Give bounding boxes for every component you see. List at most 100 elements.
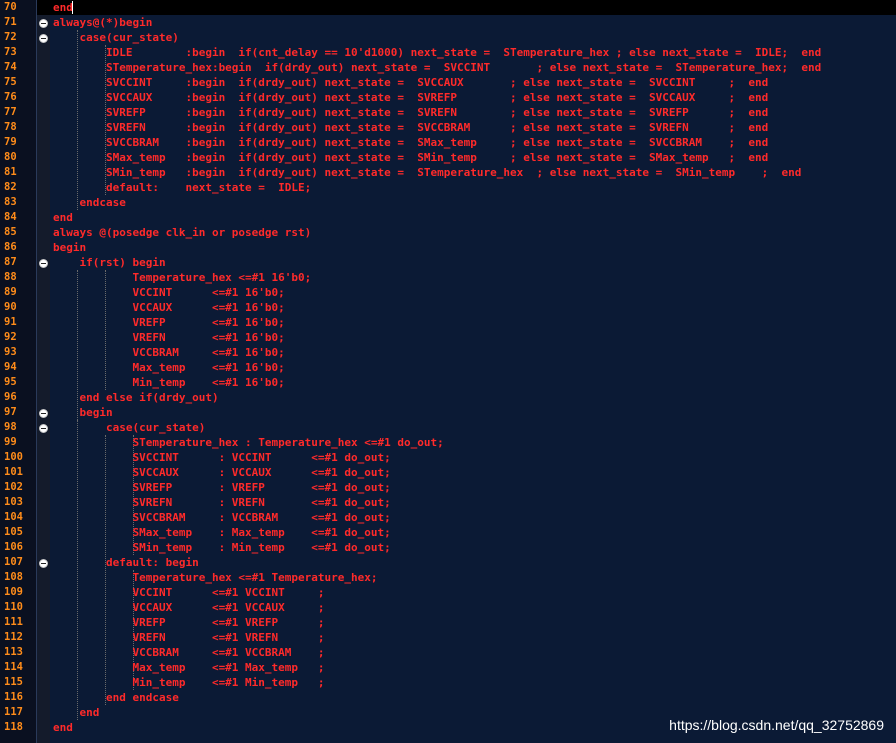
code-line[interactable]: SVCCAUX :begin if(drdy_out) next_state =… — [53, 90, 896, 105]
line-number: 103 — [4, 496, 23, 508]
code-line[interactable]: SVREFP : VREFP <=#1 do_out; — [53, 480, 896, 495]
line-number: 112 — [4, 631, 23, 643]
line-number: 86 — [4, 241, 17, 253]
line-number: 110 — [4, 601, 23, 613]
line-number: 85 — [4, 226, 17, 238]
line-number: 96 — [4, 391, 17, 403]
code-line[interactable]: Min_temp <=#1 Min_temp ; — [53, 675, 896, 690]
code-line[interactable]: default: next_state = IDLE; — [53, 180, 896, 195]
code-line[interactable]: VCCINT <=#1 VCCINT ; — [53, 585, 896, 600]
line-number: 113 — [4, 646, 23, 658]
code-line[interactable]: VREFP <=#1 VREFP ; — [53, 615, 896, 630]
code-line[interactable]: VCCAUX <=#1 16'b0; — [53, 300, 896, 315]
code-line[interactable]: VCCBRAM <=#1 16'b0; — [53, 345, 896, 360]
code-line[interactable]: SVCCINT : VCCINT <=#1 do_out; — [53, 450, 896, 465]
line-number: 106 — [4, 541, 23, 553]
code-line[interactable]: Max_temp <=#1 16'b0; — [53, 360, 896, 375]
code-line[interactable]: if(rst) begin — [53, 255, 896, 270]
line-number: 95 — [4, 376, 17, 388]
line-number: 78 — [4, 121, 17, 133]
code-line[interactable]: SVCCINT :begin if(drdy_out) next_state =… — [53, 75, 896, 90]
line-number: 91 — [4, 316, 17, 328]
code-line[interactable]: end else if(drdy_out) — [53, 390, 896, 405]
line-number: 109 — [4, 586, 23, 598]
code-line[interactable]: VREFN <=#1 VREFN ; — [53, 630, 896, 645]
code-line[interactable]: SVREFN :begin if(drdy_out) next_state = … — [53, 120, 896, 135]
code-line[interactable]: SMax_temp : Max_temp <=#1 do_out; — [53, 525, 896, 540]
fold-toggle-icon[interactable] — [39, 559, 48, 568]
code-line[interactable]: VREFP <=#1 16'b0; — [53, 315, 896, 330]
code-line[interactable]: SVCCAUX : VCCAUX <=#1 do_out; — [53, 465, 896, 480]
code-line[interactable]: SMin_temp :begin if(drdy_out) next_state… — [53, 165, 896, 180]
code-editor[interactable]: 70 end 71 always@(*)begin 72 case(cur_state)… — [0, 0, 896, 743]
code-line[interactable]: SVREFP :begin if(drdy_out) next_state = … — [53, 105, 896, 120]
line-number: 72 — [4, 31, 17, 43]
line-number: 115 — [4, 676, 23, 688]
code-line[interactable]: always @(posedge clk_in or posedge rst) — [53, 225, 896, 240]
code-line[interactable]: STemperature_hex:begin if(drdy_out) next… — [53, 60, 896, 75]
code-line[interactable]: always@(*)begin — [53, 15, 896, 30]
code-line[interactable]: SVREFN : VREFN <=#1 do_out; — [53, 495, 896, 510]
fold-toggle-icon[interactable] — [39, 424, 48, 433]
code-line[interactable]: SMin_temp : Min_temp <=#1 do_out; — [53, 540, 896, 555]
fold-toggle-icon[interactable] — [39, 19, 48, 28]
line-number: 81 — [4, 166, 17, 178]
text-cursor — [72, 1, 73, 14]
code-line[interactable]: VCCINT <=#1 16'b0; — [53, 285, 896, 300]
line-number: 93 — [4, 346, 17, 358]
code-line[interactable]: VCCAUX <=#1 VCCAUX ; — [53, 600, 896, 615]
line-number: 111 — [4, 616, 23, 628]
code-line[interactable]: Max_temp <=#1 Max_temp ; — [53, 660, 896, 675]
line-number: 100 — [4, 451, 23, 463]
code-line[interactable]: end — [53, 0, 896, 15]
code-line[interactable]: Temperature_hex <=#1 Temperature_hex; — [53, 570, 896, 585]
code-line[interactable]: STemperature_hex : Temperature_hex <=#1 … — [53, 435, 896, 450]
code-line[interactable]: SVCCBRAM :begin if(drdy_out) next_state … — [53, 135, 896, 150]
line-number: 99 — [4, 436, 17, 448]
line-number: 117 — [4, 706, 23, 718]
code-line[interactable]: begin — [53, 405, 896, 420]
line-number: 94 — [4, 361, 17, 373]
fold-margin — [37, 0, 50, 743]
line-number: 75 — [4, 76, 17, 88]
code-line[interactable]: end endcase — [53, 690, 896, 705]
line-number: 116 — [4, 691, 23, 703]
line-number: 92 — [4, 331, 17, 343]
code-line[interactable]: IDLE :begin if(cnt_delay == 10'd1000) ne… — [53, 45, 896, 60]
code-line[interactable]: VREFN <=#1 16'b0; — [53, 330, 896, 345]
line-number: 98 — [4, 421, 17, 433]
line-number: 76 — [4, 91, 17, 103]
code-line[interactable]: VCCBRAM <=#1 VCCBRAM ; — [53, 645, 896, 660]
code-line[interactable]: SVCCBRAM : VCCBRAM <=#1 do_out; — [53, 510, 896, 525]
code-line[interactable]: endcase — [53, 195, 896, 210]
fold-toggle-icon[interactable] — [39, 259, 48, 268]
line-number: 79 — [4, 136, 17, 148]
code-line[interactable]: end — [53, 210, 896, 225]
line-number: 89 — [4, 286, 17, 298]
line-number: 77 — [4, 106, 17, 118]
line-number: 73 — [4, 46, 17, 58]
line-number: 114 — [4, 661, 23, 673]
line-number: 74 — [4, 61, 17, 73]
line-number: 90 — [4, 301, 17, 313]
line-number: 88 — [4, 271, 17, 283]
code-line[interactable]: begin — [53, 240, 896, 255]
code-line[interactable]: case(cur_state) — [53, 420, 896, 435]
line-number: 84 — [4, 211, 17, 223]
line-number: 104 — [4, 511, 23, 523]
line-number: 70 — [4, 1, 17, 13]
line-number: 71 — [4, 16, 17, 28]
line-number: 87 — [4, 256, 17, 268]
code-line[interactable]: Min_temp <=#1 16'b0; — [53, 375, 896, 390]
line-number: 107 — [4, 556, 23, 568]
line-number: 82 — [4, 181, 17, 193]
fold-toggle-icon[interactable] — [39, 409, 48, 418]
code-line[interactable]: default: begin — [53, 555, 896, 570]
code-line[interactable]: case(cur_state) — [53, 30, 896, 45]
code-line[interactable]: Temperature_hex <=#1 16'b0; — [53, 270, 896, 285]
line-number: 118 — [4, 721, 23, 733]
fold-toggle-icon[interactable] — [39, 34, 48, 43]
line-number: 108 — [4, 571, 23, 583]
line-number: 101 — [4, 466, 23, 478]
code-line[interactable]: SMax_temp :begin if(drdy_out) next_state… — [53, 150, 896, 165]
